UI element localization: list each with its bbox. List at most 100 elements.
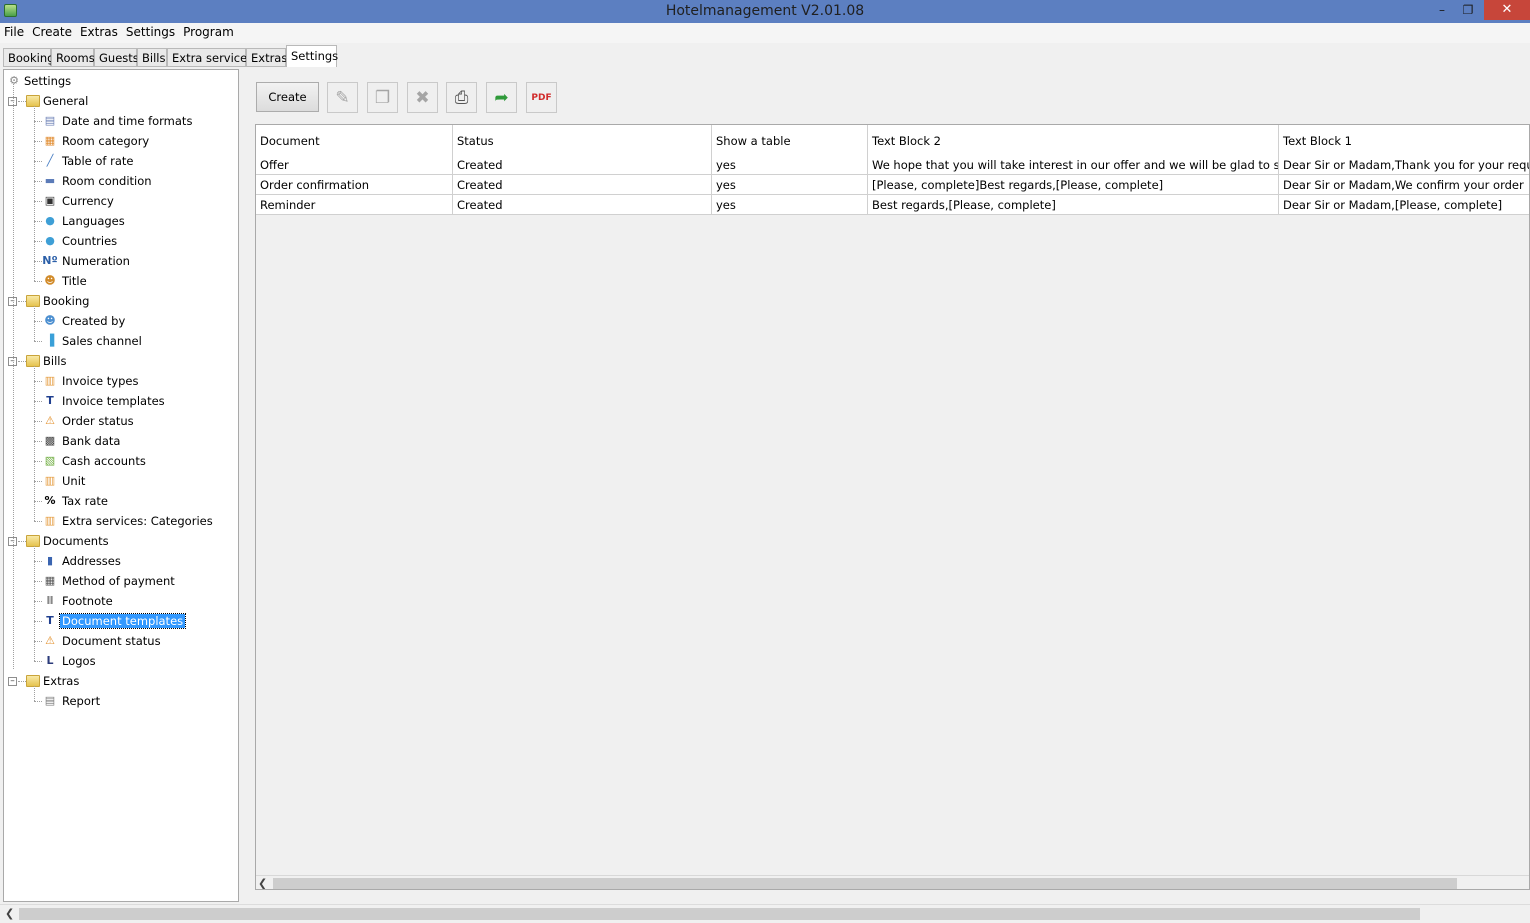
tree-label: Extras <box>43 674 80 688</box>
horizontal-scrollbar[interactable]: ❮ <box>256 875 1529 889</box>
menu-extras[interactable]: Extras <box>76 23 122 39</box>
tab-extra-services[interactable]: Extra services <box>167 48 253 67</box>
table-cell[interactable]: Order confirmation <box>256 175 453 195</box>
table-cell[interactable]: Offer <box>256 155 453 175</box>
tree-connector <box>34 181 42 182</box>
settings-tree[interactable]: ⚙ Settings – General ▤ Date and time formats ▦… <box>3 69 239 902</box>
tree-label: Document status <box>62 634 161 648</box>
tree-connector <box>34 106 35 281</box>
tree-group-extras[interactable]: – Extras <box>4 672 234 690</box>
users-icon: ☻ <box>44 314 56 327</box>
scroll-thumb[interactable] <box>273 878 1457 889</box>
template-icon: T <box>46 614 54 627</box>
tree-connector <box>34 401 42 402</box>
tree-label: Settings <box>24 74 72 88</box>
calendar-icon: ▤ <box>44 114 56 127</box>
tree-group-booking[interactable]: – Booking <box>4 292 234 310</box>
tree-label: Title <box>62 274 87 288</box>
pdf-icon[interactable]: PDF <box>526 82 557 113</box>
create-button[interactable]: Create <box>256 82 319 112</box>
window-horizontal-scrollbar[interactable]: ❮ <box>0 904 1530 923</box>
table-row[interactable]: Order confirmation Created yes [Please, com… <box>256 175 1529 195</box>
tree-label: Unit <box>62 474 86 488</box>
menu-file[interactable]: File <box>0 23 28 39</box>
tree-label: Report <box>62 694 101 708</box>
close-button[interactable]: ✕ <box>1484 0 1530 20</box>
menu-settings[interactable]: Settings <box>122 23 179 39</box>
percent-icon: % <box>44 494 56 507</box>
tree-connector <box>18 301 26 302</box>
table-cell[interactable]: We hope that you will take interest in o… <box>868 155 1279 175</box>
column-header[interactable]: Text Block 2 <box>868 125 1279 155</box>
cash-icon: ▧ <box>44 454 56 467</box>
tree-connector <box>34 601 42 602</box>
minimize-button[interactable]: – <box>1428 0 1456 20</box>
table-cell[interactable]: Dear Sir or Madam,We confirm your order <box>1279 175 1529 195</box>
menu-program[interactable]: Program <box>179 23 238 39</box>
table-cell[interactable]: Dear Sir or Madam,Thank you for your req… <box>1279 155 1529 175</box>
table-cell[interactable]: Created <box>453 175 712 195</box>
maximize-button[interactable]: ❐ <box>1454 0 1482 20</box>
table-cell[interactable]: Created <box>453 155 712 175</box>
table-cell[interactable]: Dear Sir or Madam,[Please, complete] <box>1279 195 1529 215</box>
export-icon[interactable]: ➦ <box>486 82 517 113</box>
gear-icon: ⚙ <box>9 74 19 87</box>
tree-label: Invoice types <box>62 374 139 388</box>
scroll-left-icon[interactable]: ❮ <box>258 877 267 889</box>
tab-booking[interactable]: Booking <box>3 48 54 67</box>
bank-icon: ▩ <box>44 434 56 447</box>
column-header[interactable]: Text Block 1 <box>1279 125 1529 155</box>
tree-connector <box>34 261 42 262</box>
money-icon: ▣ <box>44 194 56 207</box>
tree-connector <box>34 381 42 382</box>
folder-icon <box>26 295 40 307</box>
table-cell[interactable]: Reminder <box>256 195 453 215</box>
column-header[interactable]: Status <box>453 125 712 155</box>
tab-bills[interactable]: Bills <box>137 48 167 67</box>
tree-label: Cash accounts <box>62 454 146 468</box>
tree-group-documents[interactable]: – Documents <box>4 532 234 550</box>
table-cell[interactable]: yes <box>712 195 868 215</box>
document-icon: ▥ <box>44 474 56 487</box>
tree-label: Bank data <box>62 434 121 448</box>
folder-icon <box>26 535 40 547</box>
table-cell[interactable]: yes <box>712 175 868 195</box>
window-scroll-thumb[interactable] <box>19 908 1420 920</box>
table-header: Document Status Show a table Text Block 2 Te… <box>256 125 1529 155</box>
tab-extras[interactable]: Extras <box>246 48 287 67</box>
table-cell[interactable]: Best regards,[Please, complete] <box>868 195 1279 215</box>
edit-icon[interactable]: ✎ <box>327 82 358 113</box>
column-header[interactable]: Show a table <box>712 125 868 155</box>
tree-connector <box>34 241 42 242</box>
table-row[interactable]: Offer Created yes We hope that you will tak… <box>256 155 1529 175</box>
tree-connector <box>34 421 42 422</box>
tree-connector <box>34 141 42 142</box>
person-icon: ☻ <box>44 274 56 287</box>
tree-label: Documents <box>43 534 109 548</box>
tab-settings[interactable]: Settings <box>286 45 338 67</box>
warning-icon: ⚠ <box>45 414 55 427</box>
tab-guests[interactable]: Guests <box>94 48 139 67</box>
globe-icon: ● <box>45 214 55 227</box>
tree-connector <box>34 581 42 582</box>
tree-connector <box>34 201 42 202</box>
delete-icon[interactable]: ✖ <box>407 82 438 113</box>
collapse-icon[interactable]: – <box>8 677 17 686</box>
copy-icon[interactable]: ❐ <box>367 82 398 113</box>
column-header[interactable]: Document <box>256 125 453 155</box>
tree-group-general[interactable]: – General <box>4 92 234 110</box>
scroll-left-icon[interactable]: ❮ <box>5 907 14 920</box>
title-bar: Hotelmanagement V2.01.08 – ❐ ✕ <box>0 0 1530 23</box>
table-cell[interactable]: yes <box>712 155 868 175</box>
menu-create[interactable]: Create <box>28 23 76 39</box>
table-row[interactable]: Reminder Created yes Best regards,[Please, … <box>256 195 1529 215</box>
table-cell[interactable]: Created <box>453 195 712 215</box>
tab-rooms[interactable]: Rooms <box>51 48 95 67</box>
menu-bar: File Create Extras Settings Program <box>0 23 1530 43</box>
tree-group-bills[interactable]: – Bills <box>4 352 234 370</box>
print-icon[interactable]: ⎙ <box>446 82 477 113</box>
document-templates-table[interactable]: Document Status Show a table Text Block 2 Te… <box>255 124 1530 890</box>
tree-root-settings[interactable]: ⚙ Settings <box>4 72 234 90</box>
tree-label: Created by <box>62 314 126 328</box>
table-cell[interactable]: [Please, complete]Best regards,[Please, … <box>868 175 1279 195</box>
